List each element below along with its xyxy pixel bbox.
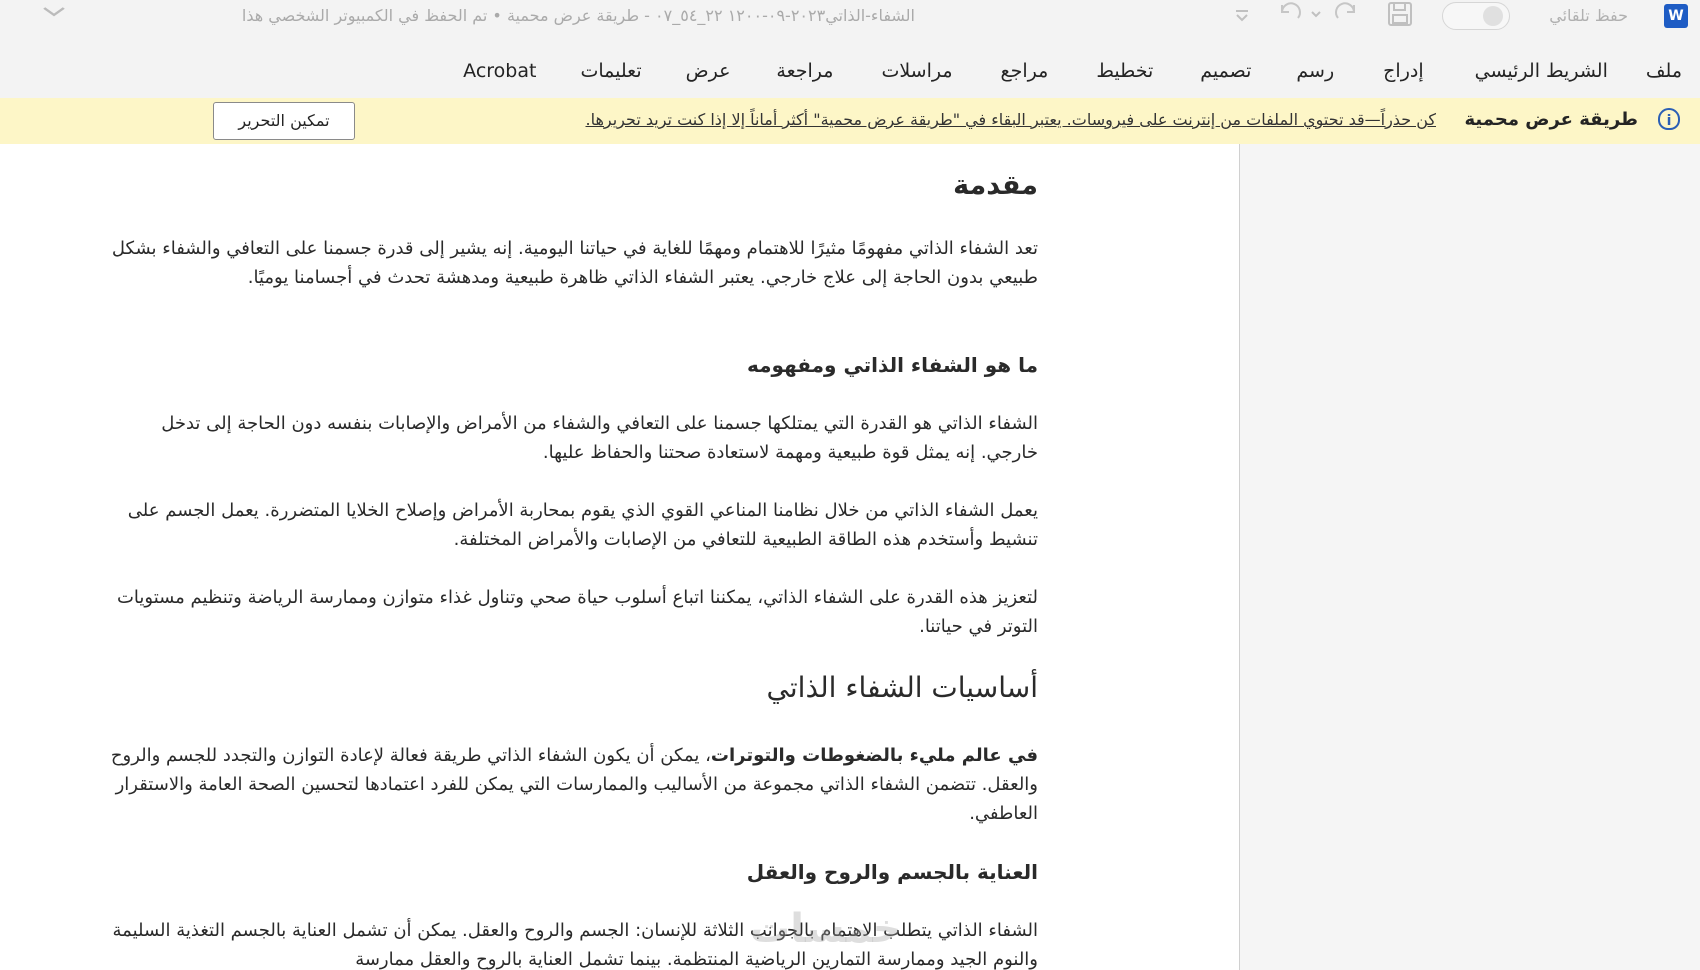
protected-view-message[interactable]: كن حذراً—قد تحتوي الملفات من إنترنت على … — [586, 110, 1437, 129]
watermark-logo: خمسات — [750, 906, 902, 952]
redo-icon[interactable] — [1332, 0, 1362, 36]
heading-intro: مقدمة — [953, 170, 1038, 201]
shield-info-icon: i — [1658, 108, 1680, 130]
tab-view[interactable]: عرض — [686, 60, 731, 82]
heading-what-is: ما هو الشفاء الذاتي ومفهومه — [747, 353, 1038, 377]
tab-review[interactable]: مراجعة — [776, 60, 833, 82]
customize-toolbar-icon[interactable] — [1232, 0, 1252, 36]
tab-design[interactable]: تصميم — [1200, 60, 1251, 82]
heading-care: العناية بالجسم والروح والعقل — [746, 860, 1038, 884]
paragraph-what-1: الشفاء الذاتي هو القدرة التي يمتلكها جسم… — [161, 413, 1038, 463]
autosave-toggle[interactable] — [1442, 2, 1510, 30]
document-page: مقدمة تعد الشفاء الذاتي مفهومًا مثيرًا ل… — [0, 144, 1239, 970]
tab-layout[interactable]: تخطيط — [1096, 60, 1153, 82]
paragraph-what-2: يعمل الشفاء الذاتي من خلال نظامنا المناع… — [127, 500, 1038, 550]
tab-references[interactable]: مراجع — [1001, 60, 1049, 82]
ribbon: ملف الشريط الرئيسي إدراج رسم تصميم تخطيط… — [0, 40, 1700, 98]
tab-acrobat[interactable]: Acrobat — [463, 60, 536, 82]
ribbon-tabs: ملف الشريط الرئيسي إدراج رسم تصميم تخطيط… — [463, 60, 1682, 82]
tab-draw[interactable]: رسم — [1296, 60, 1334, 82]
tab-home[interactable]: الشريط الرئيسي — [1475, 60, 1608, 82]
tab-help[interactable]: تعليمات — [580, 60, 641, 82]
tab-file[interactable]: ملف — [1646, 60, 1682, 82]
paragraph-basics: في عالم مليء بالضغوطات والتوترات، يمكن أ… — [108, 741, 1038, 828]
autosave-label: حفظ تلقائي — [1549, 6, 1628, 25]
paragraph-what-3: لتعزيز هذه القدرة على الشفاء الذاتي، يمك… — [116, 587, 1038, 637]
word-icon: W — [1664, 4, 1688, 28]
undo-dropdown-icon[interactable] — [1310, 0, 1322, 40]
protected-view-bar: i طريقة عرض محمية كن حذراً—قد تحتوي المل… — [0, 98, 1700, 145]
title-bar: W حفظ تلقائي الشفاء-الذاتي٢٠٢٣-٠٩-١٢٠٠ ٢… — [0, 0, 1700, 40]
page-gutter — [1239, 144, 1700, 970]
toggle-knob — [1483, 6, 1503, 26]
enable-editing-button[interactable]: تمكين التحرير — [213, 102, 355, 140]
tab-mailings[interactable]: مراسلات — [881, 60, 952, 82]
paragraph-intro: تعد الشفاء الذاتي مفهومًا مثيرًا للاهتما… — [111, 238, 1038, 288]
basics-bold-phrase: في عالم مليء بالضغوطات والتوترات — [710, 745, 1038, 766]
chevron-down-icon[interactable] — [40, 2, 68, 27]
document-title: الشفاء-الذاتي٢٠٢٣-٠٩-١٢٠٠ ٢٢_٥٤_٠٧ - طري… — [241, 6, 915, 25]
heading-basics: أساسيات الشفاء الذاتي — [766, 671, 1038, 704]
protected-view-title: طريقة عرض محمية — [1464, 109, 1638, 130]
undo-icon[interactable] — [1274, 0, 1304, 36]
save-icon[interactable] — [1386, 0, 1414, 36]
tab-insert[interactable]: إدراج — [1383, 60, 1423, 82]
